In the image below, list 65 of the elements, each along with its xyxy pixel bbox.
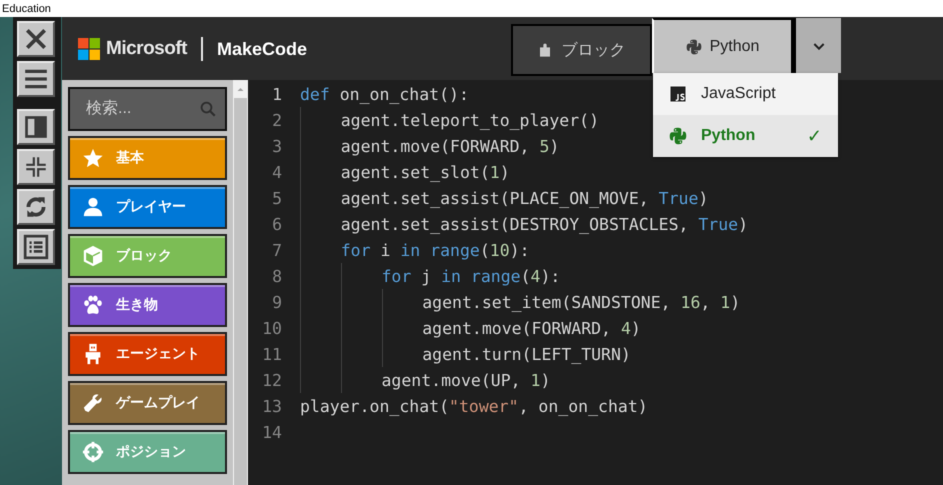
close-button[interactable] <box>17 21 55 57</box>
code-line: agent.set_item(SANDSTONE, 16, 1) <box>300 289 740 315</box>
product-name: MakeCode <box>217 38 308 60</box>
code-line: for i in range(10): <box>300 237 530 263</box>
star-icon <box>82 147 104 169</box>
four-squares-logo-icon <box>78 38 100 60</box>
python-logo-icon <box>686 38 702 54</box>
line-number: 13 <box>261 396 282 416</box>
category-button[interactable]: エージェント <box>68 332 227 376</box>
language-dropdown-button[interactable] <box>793 18 841 73</box>
category-button[interactable]: ポジション <box>68 430 227 474</box>
search-field[interactable]: 検索... <box>68 87 227 131</box>
line-number: 12 <box>261 370 282 390</box>
person-icon <box>82 196 104 218</box>
category-button[interactable]: プレイヤー <box>68 185 227 229</box>
javascript-logo-icon <box>669 85 687 103</box>
category-button[interactable]: 基本 <box>68 136 227 180</box>
checkmark-icon: ✓ <box>806 126 822 146</box>
line-number: 7 <box>271 240 282 260</box>
line-number: 14 <box>261 422 282 442</box>
line-number: 10 <box>261 318 282 338</box>
code-line: agent.turn(LEFT_TURN) <box>300 341 631 367</box>
language-menu-item[interactable]: Python ✓ <box>653 115 838 157</box>
refresh-button[interactable] <box>17 189 55 225</box>
code-line: agent.move(UP, 1) <box>300 367 550 393</box>
code-line: agent.set_assist(DESTROY_OBSTACLES, True) <box>300 211 748 237</box>
line-number: 2 <box>271 110 282 130</box>
code-line: agent.move(FORWARD, 4) <box>300 315 641 341</box>
brand-name: Microsoft <box>106 38 187 60</box>
code-line: agent.set_assist(PLACE_ON_MOVE, True) <box>300 185 708 211</box>
code-line: player.on_chat("tower", on_on_chat) <box>300 396 648 418</box>
language-menu-item[interactable]: JavaScript <box>653 73 838 115</box>
panel-toggle-button[interactable] <box>17 109 55 145</box>
line-number: 11 <box>261 344 282 364</box>
cube-icon <box>82 245 104 267</box>
category-button[interactable]: ゲームプレイ <box>68 381 227 425</box>
line-number: 9 <box>271 292 282 312</box>
crosshair-icon <box>82 441 104 463</box>
list-button[interactable] <box>17 229 55 265</box>
category-button[interactable]: 生き物 <box>68 283 227 327</box>
list-icon <box>23 234 49 260</box>
scrollbar-thumb[interactable] <box>234 98 247 485</box>
scroll-up-arrow-icon <box>236 85 245 94</box>
search-icon <box>199 100 217 118</box>
line-number: 5 <box>271 188 282 208</box>
line-number: 1 <box>271 84 282 104</box>
paw-icon <box>82 294 104 316</box>
code-line: agent.move(FORWARD, 5) <box>300 133 560 159</box>
code-line: for j in range(4): <box>300 263 560 289</box>
line-number: 3 <box>271 136 282 156</box>
python-logo-icon <box>669 127 687 145</box>
close-icon <box>23 26 49 52</box>
line-number: 6 <box>271 214 282 234</box>
line-number: 8 <box>271 266 282 286</box>
editor-tab[interactable]: ブロック <box>511 24 652 76</box>
menu-button[interactable] <box>17 61 55 97</box>
code-line: agent.set_slot(1) <box>300 159 510 185</box>
collapse-button[interactable] <box>17 149 55 185</box>
wrench-icon <box>82 392 104 414</box>
code-line: def on_on_chat(): <box>300 84 469 106</box>
split-panel-icon <box>23 114 49 140</box>
editor-tab[interactable]: Python <box>652 18 793 73</box>
code-line: agent.teleport_to_player() <box>300 107 600 133</box>
window-title: Education <box>2 2 51 14</box>
line-number: 4 <box>271 162 282 182</box>
